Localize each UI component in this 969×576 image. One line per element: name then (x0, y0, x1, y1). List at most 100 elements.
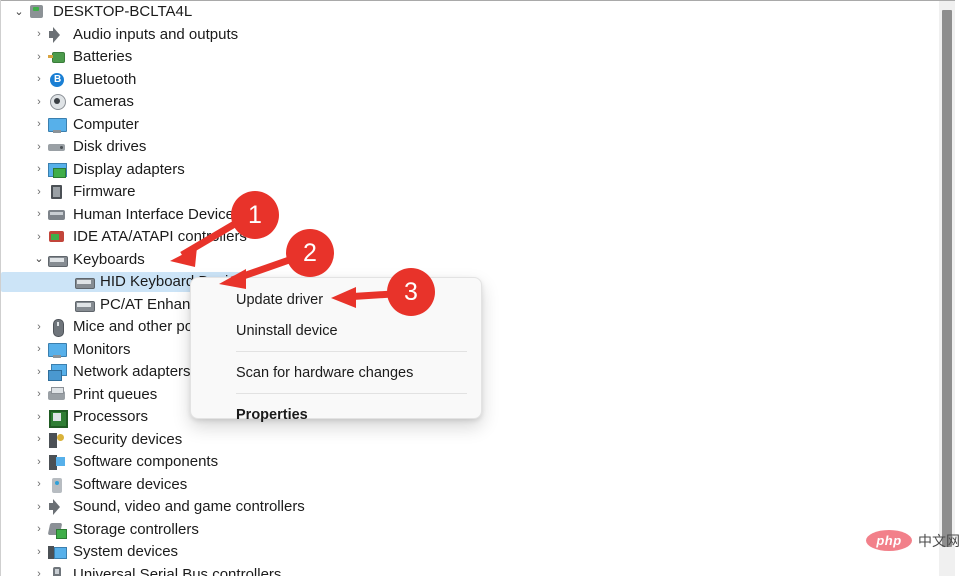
tree-row-inner[interactable]: › Sound, video and game controllers (1, 497, 311, 517)
tree-row-inner[interactable]: ⌄ DESKTOP-BCLTA4L (1, 2, 198, 22)
keyboard-icon (74, 296, 95, 314)
tree-row-inner[interactable]: › Computer (1, 115, 145, 135)
tree-row[interactable]: › Cameras (1, 91, 947, 114)
device-context-menu[interactable]: Update driver Uninstall device Scan for ha… (190, 277, 482, 423)
tree-row-label: Disk drives (73, 138, 147, 156)
tree-row-label: Security devices (73, 430, 183, 448)
chevron-right-icon[interactable]: › (31, 524, 47, 535)
chevron-right-icon[interactable]: › (31, 501, 47, 513)
tree-row[interactable]: › Batteries (1, 46, 947, 69)
tree-row-inner[interactable]: › Human Interface Devices (1, 205, 247, 225)
tree-row-label: Universal Serial Bus controllers (73, 565, 282, 576)
chevron-right-icon[interactable]: › (31, 456, 47, 468)
tree-row-label: Firmware (73, 183, 136, 201)
tree-row-inner[interactable]: › Software devices (1, 475, 193, 495)
tree-row-label: Sound, video and game controllers (73, 498, 305, 516)
chevron-right-icon[interactable]: › (31, 411, 47, 423)
chevron-right-icon[interactable]: › (31, 479, 47, 490)
tree-row[interactable]: › Firmware (1, 181, 947, 204)
tree-row-inner[interactable]: ⌄ Keyboards (1, 250, 151, 270)
menu-item-uninstall-device[interactable]: Uninstall device (191, 315, 481, 346)
software-component-icon (47, 453, 67, 471)
chevron-down-icon[interactable]: ⌄ (31, 254, 47, 265)
tree-row[interactable]: › Sound, video and game controllers (1, 496, 947, 519)
chevron-right-icon[interactable]: › (31, 321, 47, 333)
tree-row[interactable]: › System devices (1, 541, 947, 564)
tree-row-inner[interactable]: › Firmware (1, 182, 142, 202)
watermark-php-logo: php (866, 530, 912, 551)
computer-root-icon (27, 3, 47, 21)
printer-icon (47, 386, 67, 404)
tree-row-inner[interactable]: › Cameras (1, 92, 140, 112)
tree-row-inner[interactable]: › Universal Serial Bus controllers (1, 565, 287, 576)
chevron-right-icon[interactable]: › (31, 141, 47, 153)
ide-controller-icon (47, 228, 67, 246)
watermark: php 中文网 (866, 530, 960, 551)
tree-row-inner[interactable]: › Audio inputs and outputs (1, 25, 244, 45)
menu-item-update-driver[interactable]: Update driver (191, 284, 481, 315)
tree-row[interactable]: › Computer (1, 114, 947, 137)
tree-row-inner[interactable]: › Display adapters (1, 160, 191, 180)
speaker-icon (47, 26, 67, 44)
tree-row-label: Keyboards (73, 250, 145, 268)
tree-row[interactable]: › Human Interface Devices (1, 204, 947, 227)
chevron-right-icon[interactable]: › (31, 344, 47, 355)
tree-row[interactable]: › Universal Serial Bus controllers (1, 564, 947, 576)
chevron-down-icon[interactable]: ⌄ (11, 6, 27, 18)
tree-root-row[interactable]: ⌄ DESKTOP-BCLTA4L (1, 1, 947, 24)
tree-row[interactable]: › Security devices (1, 429, 947, 452)
chevron-right-icon[interactable]: › (31, 186, 47, 198)
tree-row-inner[interactable]: › Disk drives (1, 137, 152, 157)
tree-row[interactable]: › IDE ATA/ATAPI controllers (1, 226, 947, 249)
tree-row-inner[interactable]: › System devices (1, 542, 184, 562)
keyboard-icon (74, 273, 95, 291)
menu-separator (236, 351, 467, 352)
tree-row[interactable]: ⌄ Keyboards (1, 249, 947, 272)
chevron-right-icon[interactable]: › (31, 74, 47, 85)
chevron-right-icon[interactable]: › (31, 209, 47, 220)
chevron-right-icon[interactable]: › (31, 434, 47, 445)
chevron-right-icon[interactable]: › (31, 51, 47, 63)
chevron-right-icon[interactable]: › (31, 29, 47, 40)
chevron-right-icon[interactable]: › (31, 389, 47, 400)
chevron-right-icon[interactable]: › (31, 164, 47, 175)
chevron-right-icon[interactable]: › (31, 569, 47, 576)
tree-row[interactable]: › Storage controllers (1, 519, 947, 542)
tree-row[interactable]: › Display adapters (1, 159, 947, 182)
tree-row-label: IDE ATA/ATAPI controllers (73, 228, 247, 246)
monitor-icon (47, 341, 67, 359)
tree-row[interactable]: › Bluetooth (1, 69, 947, 92)
tree-row[interactable]: › Software components (1, 451, 947, 474)
tree-row-inner[interactable]: › Storage controllers (1, 520, 205, 540)
vertical-scrollbar[interactable] (939, 1, 955, 576)
tree-row-inner[interactable]: › Security devices (1, 430, 188, 450)
tree-row[interactable]: › Software devices (1, 474, 947, 497)
disk-drive-icon (47, 138, 67, 156)
tree-row-inner[interactable]: › Bluetooth (1, 70, 142, 90)
tree-row-inner[interactable]: › IDE ATA/ATAPI controllers (1, 227, 253, 247)
chevron-right-icon[interactable]: › (31, 546, 47, 558)
display-adapter-icon (47, 161, 67, 179)
tree-row-label: Processors (73, 408, 149, 426)
tree-row-inner[interactable]: › Processors (1, 407, 154, 429)
chevron-right-icon[interactable]: › (31, 119, 47, 130)
storage-controller-icon (47, 521, 67, 539)
chevron-right-icon[interactable]: › (31, 231, 47, 243)
tree-row-inner[interactable]: › Network adapters (1, 362, 197, 382)
menu-item-scan-for-hardware-changes[interactable]: Scan for hardware changes (191, 357, 481, 388)
menu-item-properties[interactable]: Properties (191, 399, 481, 430)
tree-row-inner[interactable]: › Software components (1, 452, 224, 472)
chevron-right-icon[interactable]: › (31, 96, 47, 108)
hid-icon (47, 206, 67, 224)
vertical-scrollbar-thumb[interactable] (942, 10, 952, 547)
tree-row-label: System devices (73, 543, 179, 561)
tree-row-label: Cameras (73, 93, 134, 111)
tree-row-label: Software devices (73, 475, 188, 493)
tree-row[interactable]: › Disk drives (1, 136, 947, 159)
tree-row-inner[interactable]: › Batteries (1, 47, 138, 67)
chevron-right-icon[interactable]: › (31, 366, 47, 378)
tree-row[interactable]: › Audio inputs and outputs (1, 24, 947, 47)
processor-icon (47, 408, 68, 429)
tree-row-inner[interactable]: › Monitors (1, 340, 137, 360)
tree-row-inner[interactable]: › Print queues (1, 385, 163, 405)
